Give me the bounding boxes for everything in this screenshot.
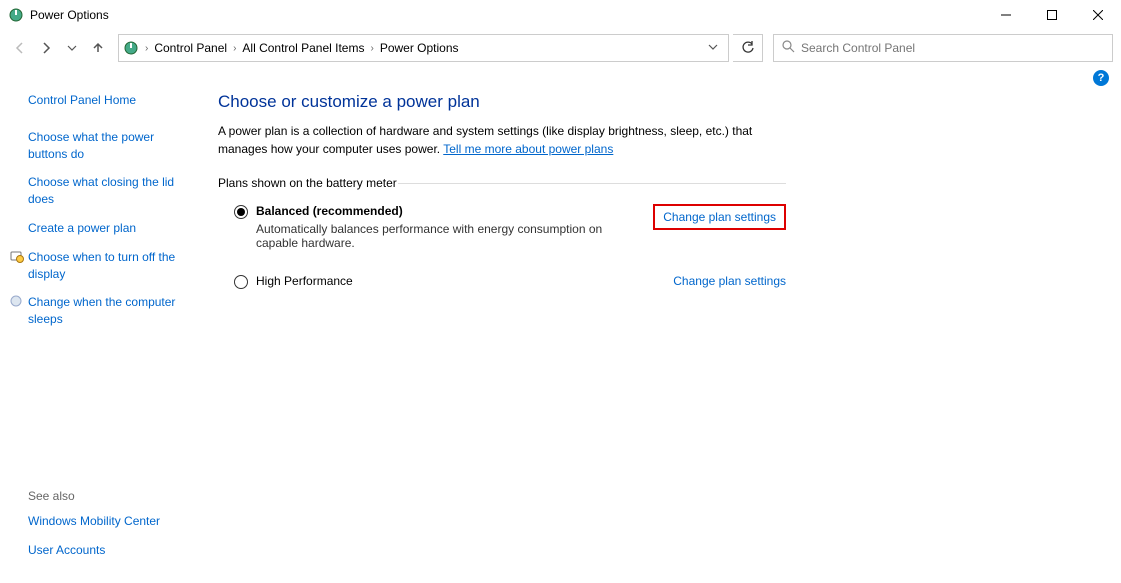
see-also-link[interactable]: Windows Mobility Center (28, 513, 192, 530)
power-plan-row: High Performance Change plan settings (218, 254, 786, 293)
change-plan-settings-link[interactable]: Change plan settings (653, 204, 786, 230)
back-button[interactable] (8, 36, 32, 60)
change-plan-settings-link[interactable]: Change plan settings (673, 274, 786, 288)
minimize-button[interactable] (983, 0, 1029, 30)
main-content: Choose or customize a power plan A power… (210, 86, 810, 583)
see-also-label: See also (28, 489, 192, 503)
sidebar-link[interactable]: Choose what closing the lid does (28, 174, 192, 208)
power-plan-row: Balanced (recommended) Automatically bal… (218, 194, 786, 254)
window-title: Power Options (30, 8, 983, 22)
breadcrumb-item[interactable]: Power Options (376, 41, 463, 55)
plan-name[interactable]: Balanced (recommended) (256, 204, 633, 218)
plan-radio-high-performance[interactable] (234, 275, 248, 289)
sidebar: Control Panel Home Choose what the power… (0, 86, 210, 583)
forward-button[interactable] (34, 36, 58, 60)
address-dropdown-button[interactable] (702, 41, 724, 55)
sidebar-link[interactable]: Change when the computer sleeps (28, 294, 192, 328)
sidebar-link[interactable]: Choose when to turn off the display (28, 249, 192, 283)
page-description: A power plan is a collection of hardware… (218, 122, 786, 158)
control-panel-home-link[interactable]: Control Panel Home (28, 92, 192, 109)
page-title: Choose or customize a power plan (218, 92, 786, 112)
plan-name[interactable]: High Performance (256, 274, 653, 288)
moon-shield-icon (10, 295, 24, 309)
sidebar-link[interactable]: Create a power plan (28, 220, 192, 237)
navigation-bar: › Control Panel › All Control Panel Item… (0, 30, 1121, 66)
refresh-button[interactable] (733, 34, 763, 62)
up-button[interactable] (86, 36, 110, 60)
recent-dropdown-button[interactable] (60, 36, 84, 60)
chevron-right-icon[interactable]: › (143, 43, 150, 54)
chevron-right-icon[interactable]: › (368, 43, 375, 54)
chevron-right-icon[interactable]: › (231, 43, 238, 54)
power-options-icon (123, 40, 139, 56)
plan-radio-balanced[interactable] (234, 205, 248, 219)
tell-me-more-link[interactable]: Tell me more about power plans (443, 142, 613, 156)
display-shield-icon (10, 250, 24, 264)
search-input[interactable] (801, 41, 1104, 55)
maximize-button[interactable] (1029, 0, 1075, 30)
search-icon (782, 40, 795, 56)
power-options-icon (8, 7, 24, 23)
see-also-link[interactable]: User Accounts (28, 542, 192, 559)
search-bar[interactable] (773, 34, 1113, 62)
plans-section-header: Plans shown on the battery meter (218, 176, 786, 190)
window-controls (983, 0, 1121, 30)
breadcrumb-item[interactable]: Control Panel (150, 41, 231, 55)
address-bar[interactable]: › Control Panel › All Control Panel Item… (118, 34, 729, 62)
close-button[interactable] (1075, 0, 1121, 30)
help-button[interactable]: ? (1093, 70, 1109, 86)
sidebar-link[interactable]: Choose what the power buttons do (28, 129, 192, 163)
breadcrumb-item[interactable]: All Control Panel Items (238, 41, 368, 55)
plan-description: Automatically balances performance with … (256, 222, 633, 250)
window-titlebar: Power Options (0, 0, 1121, 30)
